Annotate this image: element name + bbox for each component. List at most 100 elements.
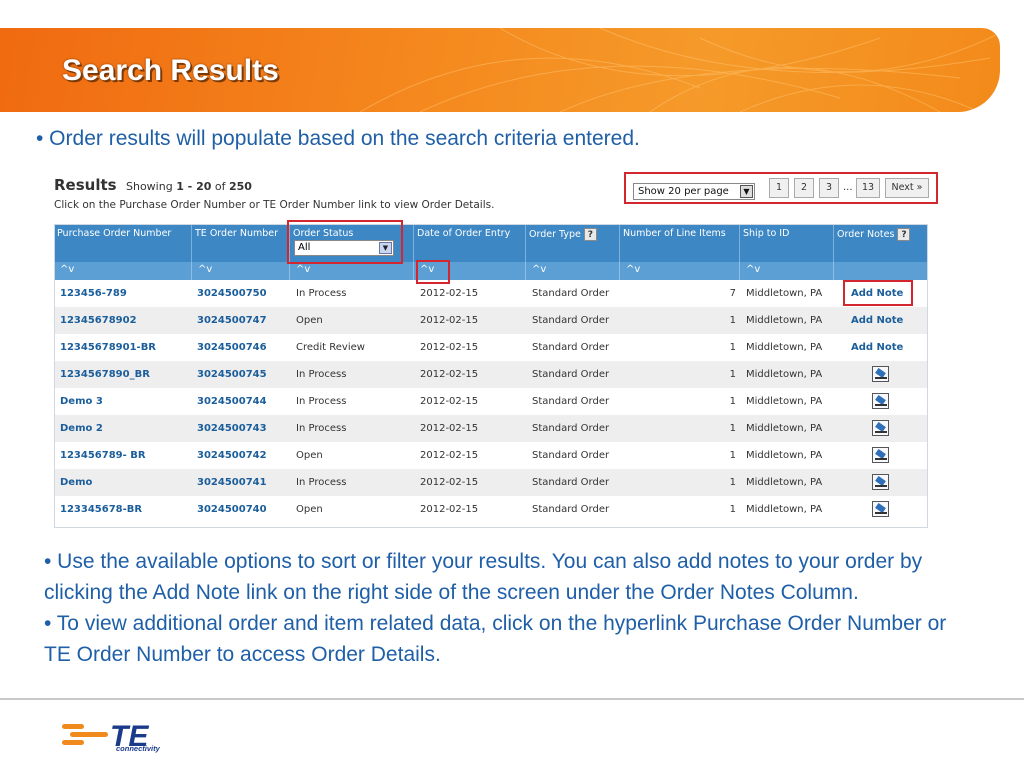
col-date-header: Date of Order Entry	[414, 224, 526, 262]
pagination-highlight: Show 20 per page ▼ 1 2 3 ... 13 Next »	[624, 172, 938, 204]
line-items-cell: 1	[729, 423, 736, 434]
col-te-header: TE Order Number	[192, 224, 290, 262]
line-items-cell: 1	[729, 504, 736, 515]
sort-notes-cell	[834, 262, 928, 280]
order-status-cell: In Process	[296, 423, 347, 434]
line-items-cell: 1	[729, 315, 736, 326]
ship-to-cell: Middletown, PA	[746, 288, 823, 299]
sort-ship-icon[interactable]: ^v	[740, 262, 834, 280]
col-notes-header: Order Notes?	[834, 224, 928, 262]
help-icon[interactable]: ?	[583, 228, 597, 241]
order-date-cell: 2012-02-15	[420, 315, 479, 326]
line-items-cell: 1	[729, 342, 736, 353]
note-edit-icon[interactable]	[872, 420, 889, 436]
ship-to-cell: Middletown, PA	[746, 450, 823, 461]
order-date-cell: 2012-02-15	[420, 288, 479, 299]
col-type-header: Order Type?	[526, 224, 620, 262]
add-note-link[interactable]: Add Note	[851, 342, 903, 353]
per-page-select[interactable]: Show 20 per page ▼	[633, 183, 755, 200]
po-number-link[interactable]: 12345678901-BR	[60, 342, 156, 353]
order-status-cell: In Process	[296, 288, 347, 299]
ship-to-cell: Middletown, PA	[746, 315, 823, 326]
line-items-cell: 1	[729, 396, 736, 407]
order-status-cell: In Process	[296, 477, 347, 488]
sort-filter-bullet: • Use the available options to sort or f…	[44, 550, 923, 604]
po-number-link[interactable]: 12345678902	[60, 315, 137, 326]
sort-te-icon[interactable]: ^v	[192, 262, 290, 280]
table-row: 1234567890_BR 3024500745 In Process 2012-02…	[54, 361, 928, 388]
chevron-down-icon: ▼	[740, 185, 753, 198]
order-date-cell: 2012-02-15	[420, 369, 479, 380]
page-2-button[interactable]: 2	[794, 178, 814, 198]
results-screenshot: Results Showing 1 - 20 of 250 Click on t…	[54, 172, 938, 528]
showing-label: Showing	[126, 180, 173, 193]
order-type-cell: Standard Order	[532, 315, 610, 326]
order-type-cell: Standard Order	[532, 342, 610, 353]
page-1-button[interactable]: 1	[769, 178, 789, 198]
page-ellipsis: ...	[843, 182, 853, 193]
po-number-link[interactable]: 123456-789	[60, 288, 127, 299]
note-edit-icon[interactable]	[872, 474, 889, 490]
te-order-number-link[interactable]: 3024500750	[197, 288, 267, 299]
po-number-link[interactable]: 123345678-BR	[60, 504, 142, 515]
showing-of: of	[214, 180, 226, 193]
po-number-link[interactable]: 1234567890_BR	[60, 369, 150, 380]
table-row: Demo 3 3024500744 In Process 2012-02-15 Stan…	[54, 388, 928, 415]
order-type-cell: Standard Order	[532, 450, 610, 461]
order-type-cell: Standard Order	[532, 369, 610, 380]
note-edit-icon[interactable]	[872, 366, 889, 382]
ship-to-cell: Middletown, PA	[746, 423, 823, 434]
te-order-number-link[interactable]: 3024500745	[197, 369, 267, 380]
ship-to-cell: Middletown, PA	[746, 477, 823, 488]
order-date-cell: 2012-02-15	[420, 504, 479, 515]
po-number-link[interactable]: Demo 3	[60, 396, 103, 407]
te-order-number-link[interactable]: 3024500742	[197, 450, 267, 461]
te-order-number-link[interactable]: 3024500741	[197, 477, 267, 488]
table-row: 123456789- BR 3024500742 Open 2012-02-15 Sta…	[54, 442, 928, 469]
sort-type-icon[interactable]: ^v	[526, 262, 620, 280]
te-order-number-link[interactable]: 3024500740	[197, 504, 267, 515]
te-order-number-link[interactable]: 3024500743	[197, 423, 267, 434]
ship-to-cell: Middletown, PA	[746, 342, 823, 353]
order-status-cell: Open	[296, 450, 323, 461]
note-edit-icon[interactable]	[872, 447, 889, 463]
page-13-button[interactable]: 13	[856, 178, 880, 198]
line-items-cell: 1	[729, 369, 736, 380]
sort-po-icon[interactable]: ^v	[54, 262, 192, 280]
te-order-number-link[interactable]: 3024500747	[197, 315, 267, 326]
results-count: Showing 1 - 20 of 250	[126, 180, 252, 193]
col-lines-header: Number of Line Items	[620, 224, 740, 262]
sort-lines-icon[interactable]: ^v	[620, 262, 740, 280]
line-items-cell: 1	[729, 450, 736, 461]
showing-total: 250	[229, 180, 252, 193]
ship-to-cell: Middletown, PA	[746, 504, 823, 515]
add-note-link[interactable]: Add Note	[851, 315, 903, 326]
order-status-cell: Credit Review	[296, 342, 365, 353]
results-instructions: Click on the Purchase Order Number or TE…	[54, 199, 495, 211]
table-row: 12345678901-BR 3024500746 Credit Review 201…	[54, 334, 928, 361]
note-edit-icon[interactable]	[872, 393, 889, 409]
po-number-link[interactable]: Demo 2	[60, 423, 103, 434]
table-row: Demo 2 3024500743 In Process 2012-02-15 Stan…	[54, 415, 928, 442]
order-type-cell: Standard Order	[532, 477, 610, 488]
add-note-highlight	[843, 280, 913, 306]
te-order-number-link[interactable]: 3024500746	[197, 342, 267, 353]
te-order-number-link[interactable]: 3024500744	[197, 396, 267, 407]
order-date-cell: 2012-02-15	[420, 396, 479, 407]
order-type-cell: Standard Order	[532, 423, 610, 434]
status-filter-highlight	[287, 220, 403, 264]
next-page-button[interactable]: Next »	[885, 178, 929, 198]
order-status-cell: Open	[296, 315, 323, 326]
order-type-cell: Standard Order	[532, 504, 610, 515]
table-row: Demo 3024500741 In Process 2012-02-15 Standa…	[54, 469, 928, 496]
page-3-button[interactable]: 3	[819, 178, 839, 198]
order-date-cell: 2012-02-15	[420, 342, 479, 353]
po-number-link[interactable]: 123456789- BR	[60, 450, 146, 461]
sort-row: ^v ^v ^v ^v ^v ^v ^v	[54, 262, 928, 280]
sort-status-icon[interactable]: ^v	[290, 262, 414, 280]
help-icon[interactable]: ?	[897, 228, 911, 241]
showing-range: 1 - 20	[176, 180, 212, 193]
note-edit-icon[interactable]	[872, 501, 889, 517]
order-type-cell: Standard Order	[532, 288, 610, 299]
po-number-link[interactable]: Demo	[60, 477, 92, 488]
